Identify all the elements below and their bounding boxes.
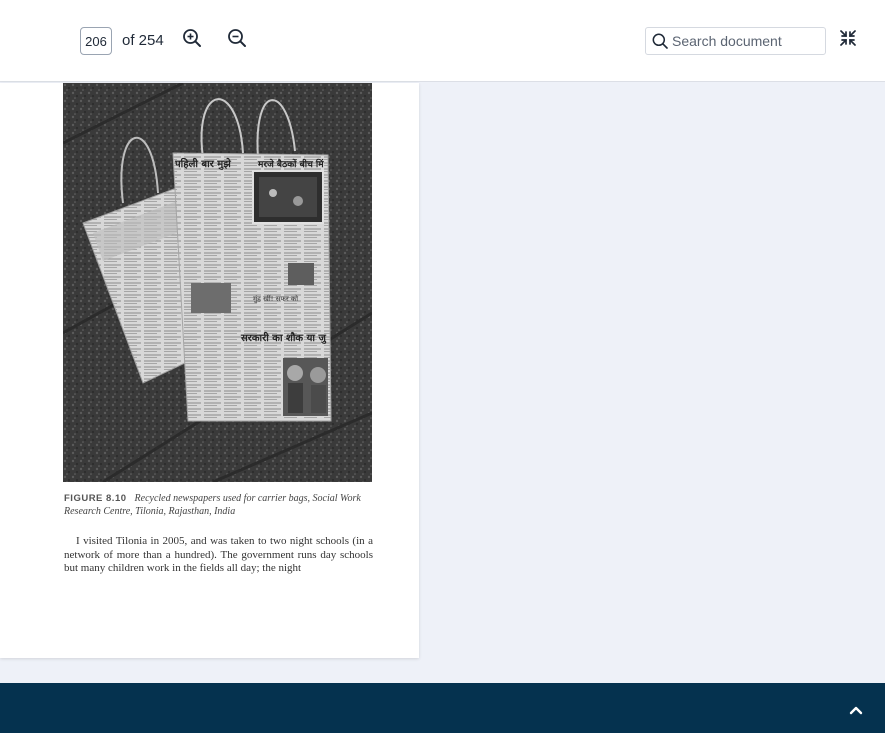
scroll-to-top-button[interactable] — [847, 703, 865, 717]
document-page: पहिली बार मुझे मरजे बैठकों बीच मिं मुंह … — [0, 83, 419, 658]
photo-subline: मुंह खीं! सफर को — [253, 294, 298, 303]
figure-label: FIGURE 8.10 — [64, 493, 127, 504]
zoom-in-button[interactable] — [180, 26, 204, 50]
zoom-in-icon — [183, 29, 201, 47]
page-total-label: of 254 — [122, 32, 164, 49]
collapse-icon — [840, 30, 856, 46]
newspaper-bags-illustration: पहिली बार मुझे मरजे बैठकों बीच मिं मुंह … — [63, 83, 372, 482]
footer-bar — [0, 683, 885, 733]
photo-headline-left: पहिली बार मुझे — [174, 157, 231, 170]
page-number-input[interactable] — [80, 27, 112, 55]
search-icon — [652, 33, 668, 49]
search-box[interactable] — [645, 27, 826, 55]
body-paragraph: I visited Tilonia in 2005, and was taken… — [64, 535, 373, 574]
figure-caption: FIGURE 8.10 Recycled newspapers used for … — [64, 492, 373, 518]
figure-photo: पहिली बार मुझे मरजे बैठकों बीच मिं मुंह … — [63, 83, 372, 482]
collapse-button[interactable] — [836, 26, 860, 50]
search-input[interactable] — [670, 32, 824, 50]
photo-headline-right: मरजे बैठकों बीच मिं — [257, 158, 324, 170]
zoom-out-button[interactable] — [225, 26, 249, 50]
photo-bag-headline: सरकारी का शौक या जु — [240, 331, 327, 344]
zoom-out-icon — [228, 29, 246, 47]
viewer-toolbar: of 254 — [0, 0, 885, 82]
chevron-up-icon — [849, 706, 863, 715]
